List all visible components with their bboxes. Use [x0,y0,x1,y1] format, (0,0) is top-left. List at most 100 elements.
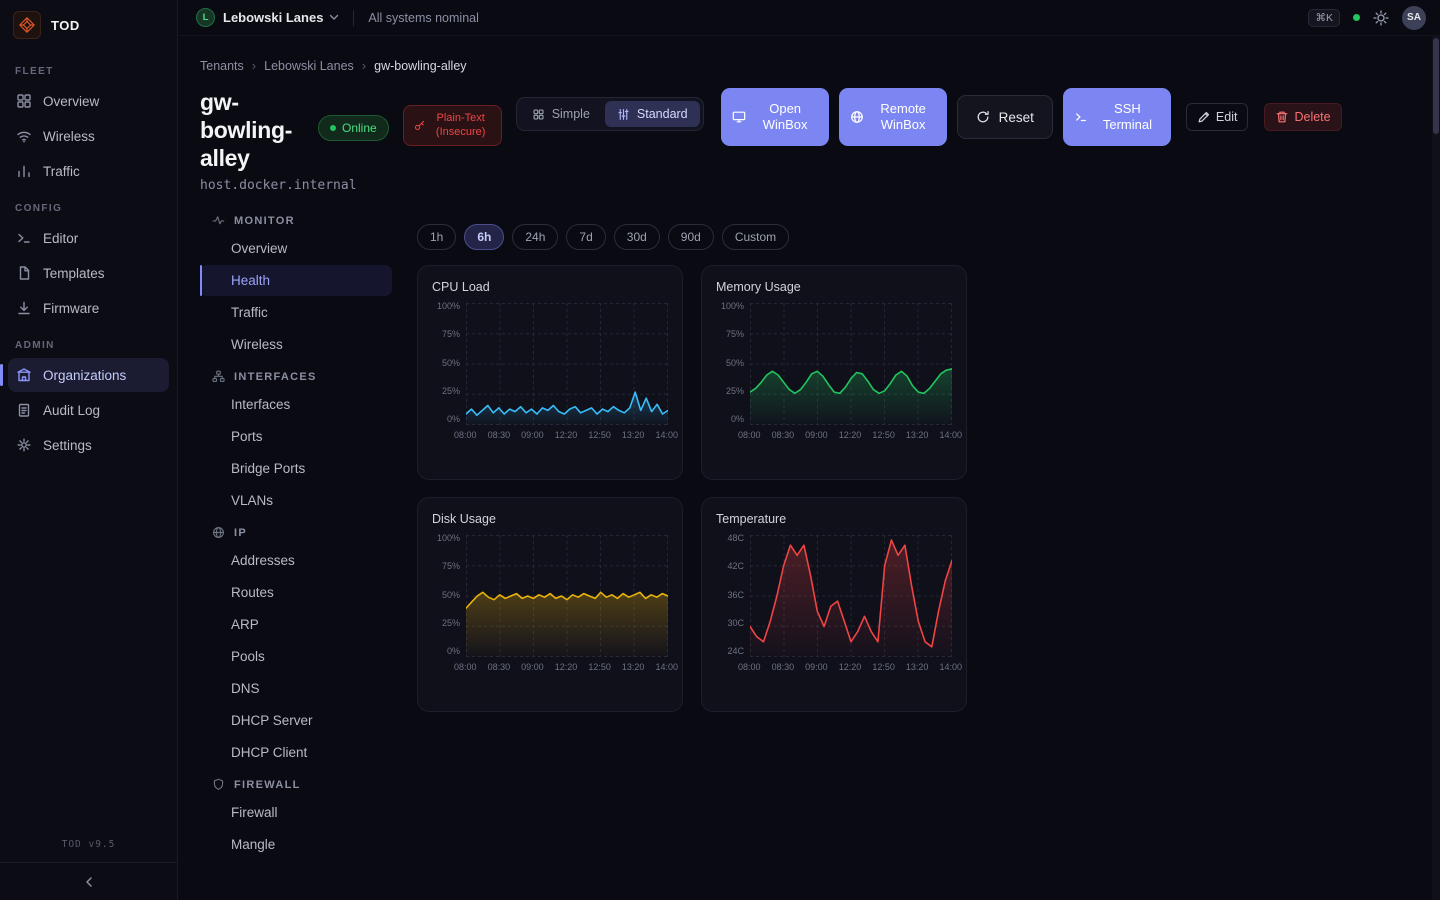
sidebar-item-editor[interactable]: Editor [8,221,169,255]
subnav-item-overview[interactable]: Overview [200,233,392,264]
chart-plot [466,303,668,425]
sidebar-nav: FLEET Overview WirelessTrafficCONFIGEditor… [0,52,177,463]
button-label: Reset [999,110,1034,125]
chart-card-memory-usage: Memory Usage100%75%50%25%0%08:0008:3009:… [701,265,967,480]
sidebar-item-label: Organizations [43,368,126,383]
tenant-switcher[interactable]: Lebowski Lanes [223,10,323,25]
x-axis-labels: 08:0008:3009:0012:2012:5013:2014:00 [738,430,962,440]
breadcrumb-item-lebowski-lanes[interactable]: Lebowski Lanes [264,59,354,73]
subnav-item-dhcp-server[interactable]: DHCP Server [200,705,392,736]
device-subnav: MONITOROverviewHealthTrafficWirelessINTE… [200,205,392,861]
button-label: Edit [1216,110,1238,124]
sidebar-item-overview[interactable]: Overview [8,84,169,118]
reset-button[interactable]: Reset [957,95,1053,139]
key-icon [414,120,425,131]
chevron-right-icon: › [252,58,256,73]
sidebar-item-settings[interactable]: Settings [8,428,169,462]
globe-icon [850,110,864,124]
x-axis-labels: 08:0008:3009:0012:2012:5013:2014:00 [738,662,962,672]
subnav-section-ip: IP [200,517,392,544]
health-panel: 1h6h24h7d30d90dCustom CPU Load100%75%50%… [417,205,967,712]
range-30d[interactable]: 30d [614,224,660,250]
sidebar-item-organizations[interactable]: Organizations [8,358,169,392]
subnav-item-vlans[interactable]: VLANs [200,485,392,516]
subnav-item-mangle[interactable]: Mangle [200,829,392,860]
subnav-item-dhcp-client[interactable]: DHCP Client [200,737,392,768]
mode-option-label: Standard [637,107,688,121]
chevron-down-icon[interactable] [329,13,339,22]
monitor-icon [732,110,746,124]
sidebar-section-fleet: FLEET [0,52,177,83]
chart-bars-icon [16,163,32,179]
range-1h[interactable]: 1h [417,224,456,250]
scrollbar-thumb[interactable] [1433,38,1439,134]
online-status-badge: Online [318,115,389,141]
subnav-item-bridge-ports[interactable]: Bridge Ports [200,453,392,484]
range-7d[interactable]: 7d [566,224,605,250]
sidebar-item-templates[interactable]: Templates [8,256,169,290]
subnav-item-pools[interactable]: Pools [200,641,392,672]
button-label: Delete [1294,110,1330,124]
subnav-item-dns[interactable]: DNS [200,673,392,704]
sidebar-item-firmware[interactable]: Firmware [8,291,169,325]
subnav-item-ports[interactable]: Ports [200,421,392,452]
grid-icon [16,93,32,109]
gear-icon [16,437,32,453]
scrollbar-track[interactable] [1432,36,1440,900]
subnav-item-arp[interactable]: ARP [200,609,392,640]
app-version: TOD v9.5 [0,839,177,862]
mode-option-label: Simple [552,107,590,121]
button-label: Open WinBox [753,101,818,134]
breadcrumb-item-gw-bowling-alley: gw-bowling-alley [374,59,466,73]
sidebar-item-traffic[interactable]: Traffic [8,154,169,188]
delete-button[interactable]: Delete [1264,103,1341,131]
range-6h[interactable]: 6h [464,224,504,250]
sidebar-item-label: Overview [43,94,99,109]
y-axis-labels: 100%75%50%25%0% [432,535,466,657]
sidebar-section-admin: ADMIN [0,326,177,357]
topbar: L Lebowski Lanes All systems nominal ⌘K … [178,0,1440,36]
subnav-item-interfaces[interactable]: Interfaces [200,389,392,420]
download-icon [16,300,32,316]
breadcrumb-item-tenants[interactable]: Tenants [200,59,244,73]
sun-icon[interactable] [1373,10,1389,26]
mode-option-standard[interactable]: Standard [605,101,700,127]
user-avatar[interactable]: SA [1402,6,1426,30]
sidebar-item-audit-log[interactable]: Audit Log [8,393,169,427]
building-icon [16,367,32,383]
remote-winbox-button[interactable]: Remote WinBox [839,88,947,146]
device-host: host.docker.internal [200,178,1418,193]
wifi-icon [16,128,32,144]
mode-option-simple[interactable]: Simple [520,101,602,127]
command-palette-shortcut[interactable]: ⌘K [1308,9,1340,27]
chevron-left-icon [84,876,94,888]
range-24h[interactable]: 24h [512,224,558,250]
open-winbox-button[interactable]: Open WinBox [721,88,829,146]
app-name: TOD [51,18,80,33]
chart-title: Memory Usage [716,280,952,294]
app-logo-row: TOD [0,0,177,52]
subnav-item-routes[interactable]: Routes [200,577,392,608]
tenant-avatar: L [196,8,215,27]
subnav-item-wireless[interactable]: Wireless [200,329,392,360]
ssh-terminal-button[interactable]: SSH Terminal [1063,88,1171,146]
sidebar-section-config: CONFIG [0,189,177,220]
subnav-item-firewall[interactable]: Firewall [200,797,392,828]
action-buttons: Open WinBox Remote WinBox Reset SSH Termina… [721,88,1342,146]
subnav-section-monitor: MONITOR [200,205,392,232]
range-custom[interactable]: Custom [722,224,789,250]
subnav-item-traffic[interactable]: Traffic [200,297,392,328]
sidebar-collapse-button[interactable] [0,862,177,900]
sidebar-item-label: Audit Log [43,403,100,418]
system-status-text: All systems nominal [368,11,478,25]
button-label: SSH Terminal [1095,101,1160,134]
subnav-item-addresses[interactable]: Addresses [200,545,392,576]
y-axis-labels: 48C42C36C30C24C [716,535,750,657]
sidebar-item-wireless[interactable]: Wireless [8,119,169,153]
sidebar-item-label: Firmware [43,301,99,316]
subnav-item-health[interactable]: Health [200,265,392,296]
chart-title: Disk Usage [432,512,668,526]
edit-button[interactable]: Edit [1186,103,1249,131]
mode-toggle: Simple Standard [516,97,704,131]
range-90d[interactable]: 90d [668,224,714,250]
